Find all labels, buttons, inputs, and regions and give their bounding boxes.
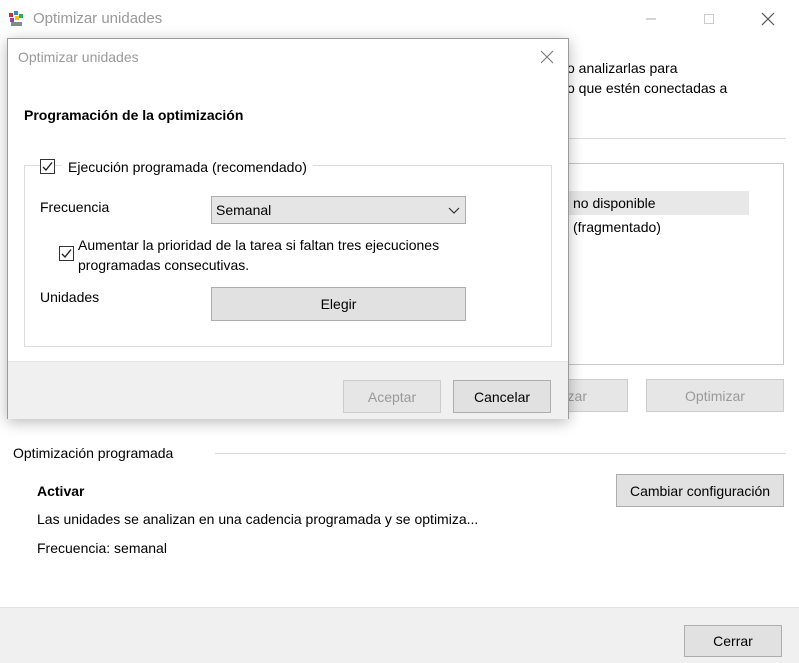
optimize-button[interactable]: Optimizar	[646, 379, 784, 412]
description-line-1: o analizarlas para	[567, 60, 678, 76]
cancel-button-label: Cancelar	[473, 388, 531, 405]
close-button-label: Cerrar	[713, 633, 753, 649]
chevron-down-icon	[448, 207, 460, 214]
change-settings-label: Cambiar configuración	[629, 482, 771, 499]
cancel-button[interactable]: Cancelar	[453, 380, 551, 413]
frequency-select-value: Semanal	[216, 202, 272, 218]
frequency-label: Frecuencia	[40, 199, 110, 215]
dialog-footer: Aceptar Cancelar	[8, 361, 568, 419]
drive-row[interactable]: (fragmentado)	[567, 215, 749, 239]
defrag-app-icon	[9, 11, 23, 26]
checkmark-icon	[42, 162, 53, 172]
description-line-2: o que estén conectadas a	[567, 80, 728, 96]
drive-row[interactable]: no disponible	[567, 191, 749, 215]
scheduled-run-label: Ejecución programada (recomendado)	[68, 159, 307, 175]
analyze-button-label: zar	[567, 387, 587, 404]
units-label: Unidades	[40, 289, 100, 305]
accept-button[interactable]: Aceptar	[343, 380, 441, 413]
main-footer: Cerrar	[0, 607, 799, 663]
close-window-button[interactable]	[745, 6, 791, 32]
dialog-heading: Programación de la optimización	[24, 107, 244, 123]
schedule-dialog: Optimizar unidades Programación de la op…	[7, 38, 569, 419]
close-icon	[761, 12, 775, 26]
priority-label: Aumentar la prioridad de la tarea si fal…	[78, 237, 440, 273]
dialog-title: Optimizar unidades	[18, 49, 139, 65]
minimize-button[interactable]	[628, 6, 674, 32]
main-titlebar: Optimizar unidades	[0, 0, 799, 38]
checkmark-icon	[61, 249, 72, 259]
scheduled-section-label: Optimización programada	[13, 445, 174, 461]
description-text: o analizarlas para o que estén conectada…	[567, 58, 727, 98]
scheduled-run-label-wrap: Ejecución programada (recomendado)	[62, 156, 313, 178]
maximize-button[interactable]	[686, 6, 732, 32]
divider	[567, 138, 786, 139]
dialog-close-button[interactable]	[537, 47, 557, 67]
close-icon	[540, 50, 554, 64]
optimize-button-label: Optimizar	[685, 387, 745, 404]
close-button[interactable]: Cerrar	[684, 625, 782, 657]
choose-units-button[interactable]: Elegir	[211, 287, 466, 321]
choose-units-label: Elegir	[320, 296, 357, 312]
minimize-icon	[646, 18, 656, 20]
priority-checkbox[interactable]	[59, 246, 74, 261]
frequency-select[interactable]: Semanal	[211, 196, 466, 224]
frequency-status: Frecuencia: semanal	[37, 540, 167, 556]
status-title: Activar	[37, 483, 85, 499]
change-settings-button[interactable]: Cambiar configuración	[616, 474, 784, 507]
section-divider	[215, 453, 786, 454]
analyze-button[interactable]: zar	[560, 379, 628, 412]
maximize-icon	[704, 14, 714, 24]
accept-button-label: Aceptar	[367, 388, 417, 405]
status-description: Las unidades se analizan en una cadencia…	[37, 511, 479, 527]
main-window-title: Optimizar unidades	[33, 10, 163, 27]
scheduled-run-checkbox[interactable]	[40, 159, 55, 174]
